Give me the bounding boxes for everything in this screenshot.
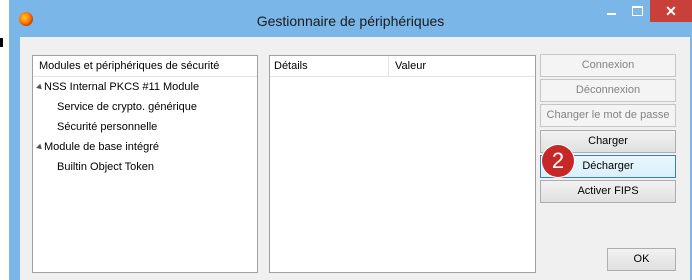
maximize-icon xyxy=(631,6,643,16)
details-list[interactable]: Détails Valeur xyxy=(269,55,536,273)
column-header-value[interactable]: Valeur xyxy=(389,56,426,76)
device-manager-window: Gestionnaire de périphériques ✕ Modules … xyxy=(9,0,692,280)
close-icon: ✕ xyxy=(665,2,677,19)
tree-item-label: Sécurité personnelle xyxy=(57,121,158,133)
minimize-button[interactable] xyxy=(598,0,624,22)
tree-item-builtin-token[interactable]: Builtin Object Token xyxy=(33,157,257,177)
tree-item-personal-security[interactable]: Sécurité personnelle xyxy=(33,117,257,137)
tree-header: Modules et périphériques de sécurité xyxy=(33,56,257,77)
tree-item-builtin-module[interactable]: Module de base intégré xyxy=(33,137,257,157)
tree-item-label: NSS Internal PKCS #11 Module xyxy=(44,81,200,93)
title-bar[interactable]: Gestionnaire de périphériques ✕ xyxy=(9,0,692,36)
connexion-button[interactable]: Connexion xyxy=(540,54,676,77)
step-number-badge: 2 xyxy=(542,145,574,177)
change-password-button[interactable]: Changer le mot de passe xyxy=(540,104,676,127)
tree-item-label: Module de base intégré xyxy=(44,141,159,153)
expand-triangle-icon[interactable] xyxy=(36,83,44,91)
tree-item-label: Service de crypto. générique xyxy=(57,101,198,113)
maximize-button[interactable] xyxy=(624,0,650,22)
expand-triangle-icon[interactable] xyxy=(36,143,44,151)
tree-item-crypto-service[interactable]: Service de crypto. générique xyxy=(33,97,257,117)
tree-item-label: Builtin Object Token xyxy=(57,161,155,173)
background-edge xyxy=(0,38,3,47)
window-title: Gestionnaire de périphériques xyxy=(256,13,445,29)
deconnexion-button[interactable]: Déconnexion xyxy=(540,79,676,102)
column-header-details[interactable]: Détails xyxy=(270,56,389,76)
dialog-client-area: Modules et périphériques de sécurité NSS… xyxy=(20,37,690,280)
enable-fips-button[interactable]: Activer FIPS xyxy=(540,180,676,203)
close-button[interactable]: ✕ xyxy=(650,0,692,22)
security-modules-tree[interactable]: Modules et périphériques de sécurité NSS… xyxy=(32,55,258,273)
details-header-row: Détails Valeur xyxy=(270,56,535,77)
tree-item-nss-internal[interactable]: NSS Internal PKCS #11 Module xyxy=(33,77,257,97)
minimize-icon xyxy=(606,13,616,15)
ok-button[interactable]: OK xyxy=(607,248,676,271)
